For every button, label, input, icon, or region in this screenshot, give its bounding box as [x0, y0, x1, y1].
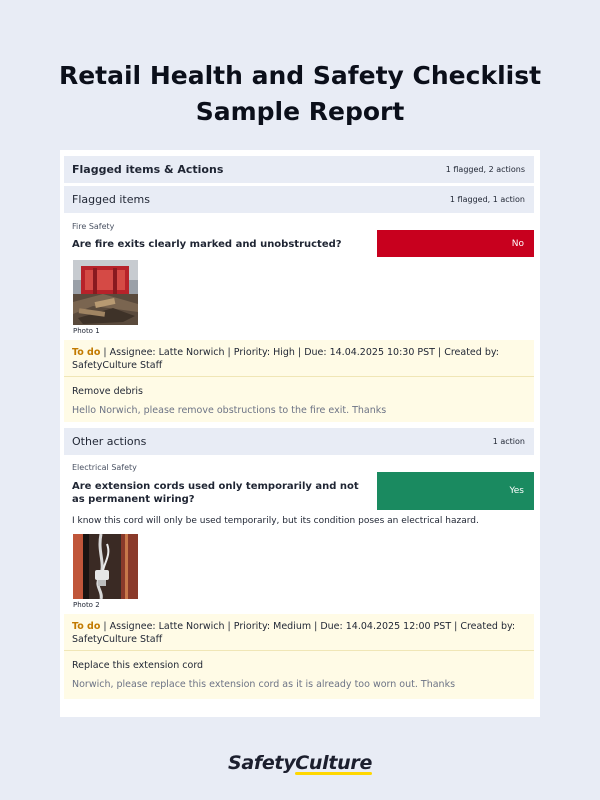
- report-card: Flagged items & Actions 1 flagged, 2 act…: [60, 150, 540, 717]
- section-title: Flagged items & Actions: [72, 163, 224, 176]
- photo-caption: Photo 1: [73, 327, 100, 335]
- extension-cord-photo[interactable]: [73, 534, 138, 599]
- section-count: 1 flagged, 2 actions: [445, 165, 525, 174]
- section-count: 1 flagged, 1 action: [449, 195, 525, 204]
- action-title: Replace this extension cord: [72, 660, 204, 671]
- fire-exit-photo-image: [73, 260, 138, 325]
- action-card[interactable]: To do | Assignee: Latte Norwich | Priori…: [64, 340, 534, 422]
- answer-label: No: [511, 238, 524, 249]
- answer-badge: No: [377, 230, 534, 257]
- page-title-line2: Sample Report: [195, 97, 405, 126]
- action-status: To do: [72, 347, 101, 358]
- answer-badge: Yes: [377, 472, 534, 510]
- action-card[interactable]: To do | Assignee: Latte Norwich | Priori…: [64, 614, 534, 699]
- action-title: Remove debris: [72, 386, 143, 397]
- page-title-line1: Retail Health and Safety Checklist: [58, 61, 542, 90]
- item-category: Fire Safety: [72, 222, 115, 231]
- item-category: Electrical Safety: [72, 463, 137, 472]
- fire-exit-photo[interactable]: [73, 260, 138, 325]
- action-description: Hello Norwich, please remove obstruction…: [72, 405, 387, 416]
- photo-caption: Photo 2: [73, 601, 100, 609]
- brand-part2: Culture: [295, 752, 373, 774]
- item-note: I know this cord will only be used tempo…: [72, 516, 479, 526]
- action-description: Norwich, please replace this extension c…: [72, 679, 456, 690]
- section-count: 1 action: [492, 437, 525, 446]
- item-question: Are extension cords used only temporaril…: [72, 481, 359, 505]
- page-title: Retail Health and Safety Checklist Sampl…: [0, 58, 600, 130]
- section-title: Other actions: [72, 435, 147, 448]
- action-details: | Assignee: Latte Norwich | Priority: Hi…: [72, 347, 499, 371]
- other-actions-header[interactable]: Other actions 1 action: [64, 428, 534, 455]
- action-status: To do: [72, 621, 101, 632]
- safetyculture-logo: SafetyCulture: [0, 752, 600, 774]
- flagged-items-header[interactable]: Flagged items 1 flagged, 1 action: [64, 186, 534, 213]
- section-title: Flagged items: [72, 193, 150, 206]
- action-details: | Assignee: Latte Norwich | Priority: Me…: [72, 621, 516, 645]
- item-question: Are fire exits clearly marked and unobst…: [72, 239, 342, 250]
- action-meta: To do | Assignee: Latte Norwich | Priori…: [64, 340, 534, 377]
- action-meta: To do | Assignee: Latte Norwich | Priori…: [64, 614, 534, 651]
- flagged-actions-header[interactable]: Flagged items & Actions 1 flagged, 2 act…: [64, 156, 534, 183]
- extension-cord-photo-image: [73, 534, 138, 599]
- brand-part1: Safety: [227, 752, 296, 774]
- answer-label: Yes: [509, 486, 524, 496]
